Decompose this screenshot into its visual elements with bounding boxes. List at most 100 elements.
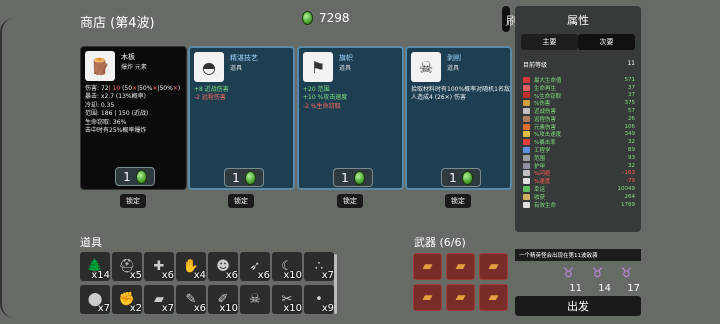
inventory-item[interactable]: ✊ x2 <box>112 285 142 314</box>
stat-row[interactable]: 工程学 89 <box>523 146 635 154</box>
stat-icon <box>523 186 530 193</box>
stat-row[interactable]: 近战伤害 57 <box>523 107 635 115</box>
plank-weapon-icon: ▰ <box>455 290 466 305</box>
buy-button[interactable]: 1 <box>333 168 373 187</box>
stat-value: 37 <box>628 92 635 99</box>
wood-plank-icon: 🪵 <box>85 51 115 81</box>
stat-name: 护甲 <box>534 163 546 170</box>
stat-value: 349 <box>624 131 636 138</box>
stat-row[interactable]: %速度 -79 <box>523 177 635 185</box>
item-count: x9 <box>321 303 334 314</box>
currency-display: 7298 <box>302 11 350 25</box>
stat-row[interactable]: 有效生命 1789 <box>523 201 635 209</box>
buy-button[interactable]: 1 <box>441 168 481 187</box>
inventory-item[interactable]: ✋ x4 <box>176 252 206 281</box>
stat-row[interactable]: %生命窃取 37 <box>523 92 635 100</box>
material-gem-icon <box>353 170 365 185</box>
stat-row[interactable]: 元素伤害 106 <box>523 123 635 131</box>
inventory-item[interactable]: ➶ x6 <box>240 252 270 281</box>
shop-card[interactable]: ◓ 精湛技艺 道具 +8 近战伤害 -2 远程伤害 1 <box>188 46 295 190</box>
item-count: x2 <box>129 303 142 314</box>
lock-button[interactable]: 锁定 <box>337 194 363 208</box>
stat-value: -163 <box>622 170 635 177</box>
inventory-item[interactable]: ∴ x7 <box>304 252 334 281</box>
description-segment: |50% <box>137 85 153 92</box>
stat-name: 元素伤害 <box>534 124 557 131</box>
stat-row[interactable]: %闪避 -163 <box>523 170 635 177</box>
weapon-slot[interactable]: ▰ <box>446 284 475 311</box>
shop-card[interactable]: ☠ 剥削 道具 拾取材料时有100%概率对随机1名敌人造成4 (26✕) 伤害 1 <box>405 46 512 190</box>
stat-row[interactable]: %暴击率 32 <box>523 138 635 146</box>
stat-value: 32 <box>628 162 635 169</box>
weapons-section-title: 武器 (6/6) <box>414 236 466 249</box>
price-amount: 1 <box>232 170 240 185</box>
item-count: x6 <box>257 270 270 281</box>
inventory-item[interactable]: ✎ x6 <box>176 285 206 314</box>
item-count: x10 <box>283 303 302 314</box>
stat-icon <box>523 84 530 91</box>
card-type: 道具 <box>230 65 243 72</box>
stat-row[interactable]: 护甲 32 <box>523 162 635 170</box>
weapon-slot[interactable]: ▰ <box>413 284 442 311</box>
stat-row[interactable]: 收获 264 <box>523 193 635 201</box>
stat-name: %攻击速度 <box>534 132 562 139</box>
description-line: 冷却: 0.35 <box>85 102 185 110</box>
material-gem-icon <box>461 170 473 185</box>
shop-card[interactable]: 🪵 木板 爆炸 元素 伤害: 72| 10 (50✕|50%✕|50%✕) 暴击: x2… <box>80 46 187 190</box>
stat-row[interactable]: 幸运 10049 <box>523 185 635 193</box>
tab-secondary[interactable]: 次要 <box>578 34 635 50</box>
material-gem-icon <box>244 170 256 185</box>
shop-card[interactable]: ⚑ 旗帜 道具 +20 范围 +10 %攻击速度 -2 %生命窃取 1 <box>297 46 404 190</box>
card-description: +20 范围 +10 %攻击速度 -2 %生命窃取 <box>303 86 403 111</box>
weapon-slot[interactable]: ▰ <box>446 253 475 280</box>
buy-button[interactable]: 1 <box>115 167 155 186</box>
plank-weapon-icon: ▰ <box>488 290 499 305</box>
horned-mask-icon: ♉ <box>562 266 575 281</box>
stat-row[interactable]: 远程伤害 26 <box>523 115 635 123</box>
inventory-item[interactable]: • x9 <box>304 285 334 314</box>
inventory-item[interactable]: ✐ x10 <box>208 285 238 314</box>
item-count: x14 <box>91 270 110 281</box>
stat-value: 10049 <box>617 186 636 193</box>
stat-icon <box>523 147 530 154</box>
tab-primary[interactable]: 主要 <box>521 34 578 50</box>
screen-edge-curve <box>0 18 14 318</box>
horned-mask-icon: ♉ <box>620 266 633 281</box>
item-count: x7 <box>161 303 174 314</box>
inventory-item[interactable]: ✚ x6 <box>144 252 174 281</box>
lock-button[interactable]: 锁定 <box>228 194 254 208</box>
inventory-item[interactable]: ☻ x6 <box>208 252 238 281</box>
ninja-mask-icon: ◓ <box>194 52 224 82</box>
stat-icon <box>523 115 530 122</box>
items-scrollbar[interactable] <box>334 254 337 314</box>
inventory-item[interactable]: ▰ x7 <box>144 285 174 314</box>
enemy-indicator: ♉ 11 <box>556 266 582 294</box>
weapon-slot[interactable]: ▰ <box>413 253 442 280</box>
stat-row[interactable]: %攻击速度 349 <box>523 131 636 139</box>
stat-row[interactable]: 范围 93 <box>523 154 635 162</box>
plank-weapon-icon: ▰ <box>422 290 433 305</box>
weapon-slot[interactable]: ▰ <box>479 284 508 311</box>
inventory-item[interactable]: ☾ x10 <box>272 252 302 281</box>
stat-row[interactable]: 最大生命值 571 <box>523 76 635 84</box>
lock-button[interactable]: 锁定 <box>120 194 146 208</box>
inventory-item[interactable]: ✂ x10 <box>272 285 302 314</box>
stat-icon <box>523 131 530 138</box>
material-gem-icon <box>302 11 313 25</box>
inventory-item[interactable]: ☠ <box>240 285 270 314</box>
price-amount: 1 <box>449 170 457 185</box>
lock-button[interactable]: 锁定 <box>445 194 471 208</box>
go-button[interactable]: 出发 <box>515 296 641 316</box>
inventory-item[interactable]: ⬤ x7 <box>80 285 110 314</box>
inventory-item[interactable]: ⛑ x5 <box>112 252 142 281</box>
stat-row[interactable]: 生命再生 37 <box>523 84 635 92</box>
weapon-slot[interactable]: ▰ <box>479 253 508 280</box>
stat-row[interactable]: %伤害 375 <box>523 99 635 107</box>
buy-button[interactable]: 1 <box>224 168 264 187</box>
card-description: 伤害: 72| 10 (50✕|50%✕|50%✕) 暴击: x2.7 (13%概… <box>85 85 185 135</box>
description-segment: 击中时有25%概率爆炸 <box>85 127 147 135</box>
inventory-item[interactable]: 🌲 x14 <box>80 252 110 281</box>
items-grid: 🌲 x14 ⛑ x5 ✚ x6 ✋ x4 ☻ x6 ➶ x6 ☾ x10 ∴ x7 ⬤ x7 ✊ x2 ▰ x7 ✎ x6 ✐ x… <box>80 252 336 324</box>
description-line: 生命窃取: 36% <box>85 119 185 127</box>
plank-weapon-icon: ▰ <box>422 259 433 274</box>
